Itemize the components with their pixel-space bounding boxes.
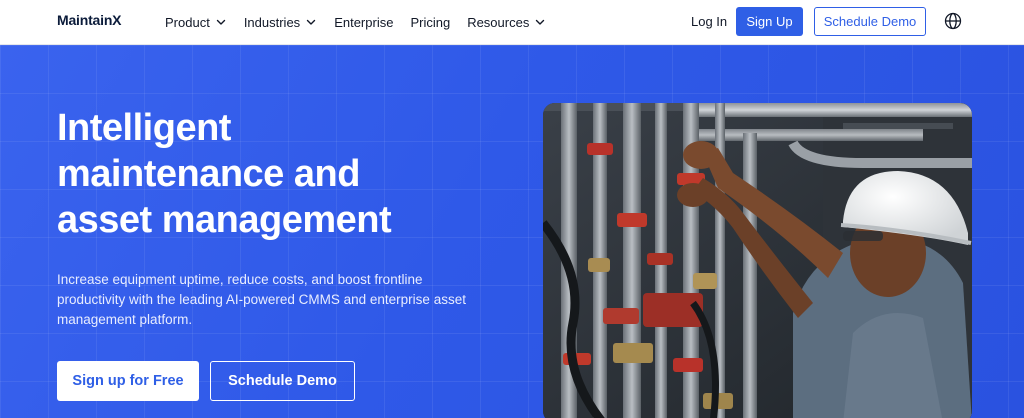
menu-item-product[interactable]: Product — [165, 15, 227, 30]
login-link[interactable]: Log In — [691, 14, 727, 29]
top-navbar: MaintainX Product Industries Enterprise … — [0, 0, 1024, 45]
menu-item-label: Resources — [467, 14, 530, 30]
schedule-demo-button[interactable]: Schedule Demo — [210, 361, 355, 401]
headline-line: maintenance and — [57, 153, 360, 195]
menu-item-industries[interactable]: Industries — [244, 15, 317, 30]
menu-item-label: Pricing — [410, 14, 451, 30]
headline-line: Intelligent — [57, 107, 231, 149]
menu-item-resources[interactable]: Resources — [467, 15, 546, 30]
menu-item-label: Enterprise — [334, 14, 394, 30]
schedule-demo-nav-button[interactable]: Schedule Demo — [814, 7, 926, 36]
menu-item-enterprise[interactable]: Enterprise — [334, 15, 393, 30]
chevron-down-icon — [216, 19, 226, 25]
maintainx-logo[interactable]: MaintainX — [57, 12, 122, 28]
main-menu: Product Industries Enterprise Pricing Re… — [165, 0, 563, 44]
chevron-down-icon — [536, 19, 545, 25]
hero-subtitle: Increase equipment uptime, reduce costs,… — [57, 272, 466, 327]
chevron-down-icon — [306, 19, 316, 25]
globe-icon[interactable] — [944, 12, 962, 30]
hero-photo-technician — [543, 103, 972, 418]
menu-item-label: Product — [165, 14, 210, 30]
menu-item-pricing[interactable]: Pricing — [410, 15, 450, 30]
hero-headline: Intelligent maintenance and asset manage… — [57, 105, 477, 243]
signup-button[interactable]: Sign Up — [736, 7, 803, 36]
hero-section: Intelligent maintenance and asset manage… — [0, 45, 1024, 418]
signup-free-button[interactable]: Sign up for Free — [57, 361, 199, 401]
headline-line: asset management — [57, 199, 392, 241]
menu-item-label: Industries — [243, 14, 301, 30]
